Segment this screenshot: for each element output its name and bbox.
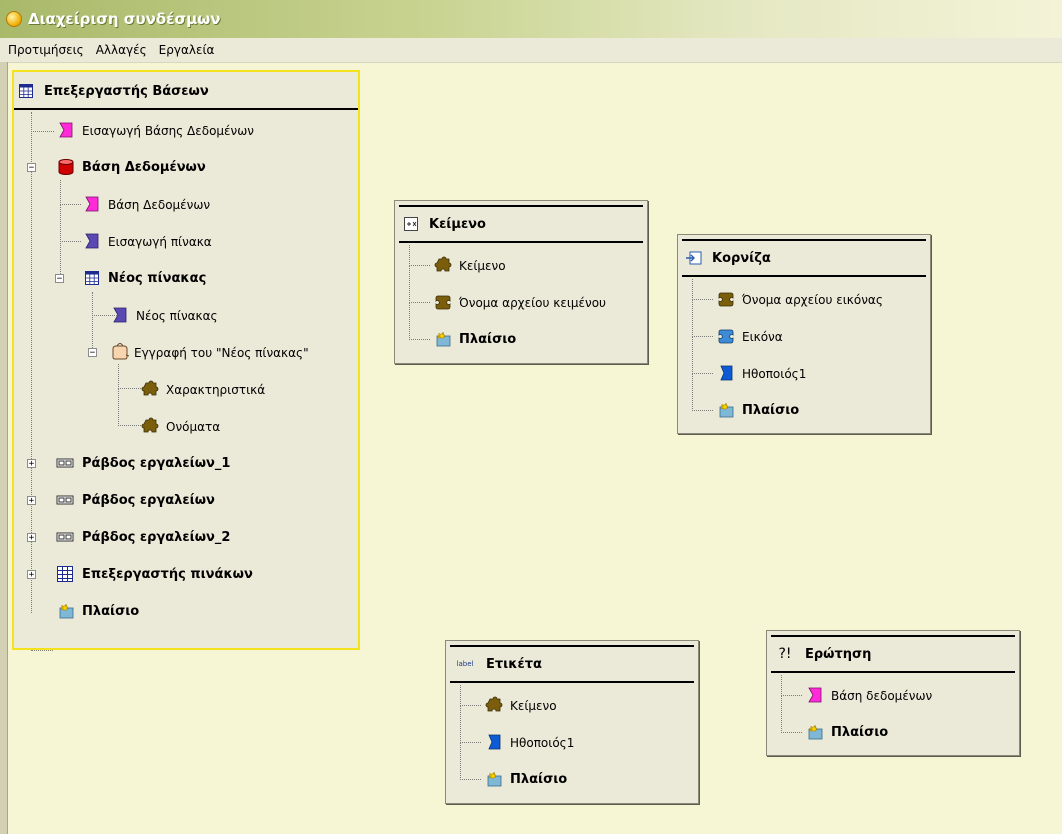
panel-title: Ερώτηση	[805, 646, 872, 662]
panel-header[interactable]: Επεξεργαστής Βάσεων	[14, 74, 358, 110]
tree-item[interactable]: Ηθοποιός1	[678, 355, 928, 392]
record-bag-icon	[110, 341, 130, 360]
tree-item[interactable]: − Βάση Δεδομένων	[14, 149, 356, 186]
question-icon: ?!	[778, 646, 792, 662]
puzzle-icon	[484, 696, 504, 714]
toolbar-icon	[56, 530, 76, 548]
table-grid-icon	[84, 270, 104, 288]
actor-icon	[484, 733, 504, 751]
toolbar-icon	[56, 493, 76, 511]
purple-table-icon	[110, 306, 130, 324]
toolbar-icon	[56, 456, 76, 474]
tree-item[interactable]: Πλαίσιο	[767, 714, 1017, 751]
tree-item[interactable]: Ονόματα	[14, 408, 356, 445]
menu-tools[interactable]: Εργαλεία	[153, 43, 221, 57]
label-icon: label	[456, 660, 474, 668]
tree-item[interactable]: Εισαγωγή πίνακα	[14, 223, 356, 260]
tree-item[interactable]: Νέος πίνακας	[14, 297, 356, 334]
tree-item[interactable]: Κείμενο	[446, 687, 696, 724]
panel-title: Κορνίζα	[712, 250, 771, 266]
tree-item[interactable]: Όνομα αρχείου κειμένου	[395, 284, 645, 321]
menu-preferences[interactable]: Προτιμήσεις	[0, 43, 90, 57]
frame-panel[interactable]: Κορνίζα Όνομα αρχείου εικόνας Εικόνα Ηθο…	[677, 234, 931, 434]
label-panel[interactable]: label Ετικέτα Κείμενο Ηθοποιός1 Πλαίσιο	[445, 640, 699, 804]
text-panel[interactable]: Κείμενο Κείμενο Όνομα αρχείου κειμένου Π…	[394, 200, 648, 364]
collapse-icon[interactable]: −	[55, 274, 64, 284]
expand-icon[interactable]: +	[27, 533, 36, 543]
frame-icon	[484, 770, 504, 788]
puzzle-icon	[140, 417, 160, 435]
grid-icon	[18, 83, 34, 99]
frame-icon	[716, 401, 736, 419]
window-titlebar[interactable]: Διαχείριση συνδέσμων	[0, 0, 1062, 38]
frame-icon	[433, 330, 453, 348]
tree-item[interactable]: + Ράβδος εργαλείων	[14, 482, 356, 519]
magenta-db-icon	[82, 195, 102, 213]
panel-header[interactable]: Κείμενο	[399, 205, 643, 243]
expand-icon[interactable]: +	[27, 459, 36, 469]
tree-item[interactable]: + Ράβδος εργαλείων_2	[14, 519, 356, 556]
frame-icon	[56, 602, 76, 620]
expand-icon[interactable]: +	[27, 570, 36, 580]
tree-item[interactable]: − Εγγραφή του "Νέος πίνακας"	[14, 334, 356, 371]
panel-title: Επεξεργαστής Βάσεων	[44, 83, 209, 99]
panel-header[interactable]: ?! Ερώτηση	[771, 635, 1015, 673]
database-cylinder-icon	[56, 158, 76, 176]
tree-item[interactable]: Όνομα αρχείου εικόνας	[678, 281, 928, 318]
purple-table-icon	[82, 232, 102, 250]
puzzle-icon	[140, 380, 160, 398]
tree-item[interactable]: Ηθοποιός1	[446, 724, 696, 761]
left-edge-divider	[0, 62, 8, 834]
tree-item[interactable]: Κείμενο	[395, 247, 645, 284]
tree-item[interactable]: Βάση Δεδομένων	[14, 186, 356, 223]
puzzle-icon	[433, 256, 453, 274]
tree-item[interactable]: Χαρακτηριστικά	[14, 371, 356, 408]
panel-title: Κείμενο	[429, 216, 486, 232]
tree-item[interactable]: + Ράβδος εργαλείων_1	[14, 445, 356, 482]
tree-item[interactable]: + Επεξεργαστής πινάκων	[14, 556, 356, 593]
puzzle-side-icon	[716, 290, 736, 308]
question-panel[interactable]: ?! Ερώτηση Βάση δεδομένων Πλαίσιο	[766, 630, 1020, 756]
frame-icon	[805, 723, 825, 741]
puzzle-side-icon	[433, 293, 453, 311]
tree-item[interactable]: Πλαίσιο	[446, 761, 696, 798]
magenta-db-icon	[56, 121, 76, 139]
database-editor-panel[interactable]: Επεξεργαστής Βάσεων Εισαγωγή Βάσης Δεδομ…	[12, 70, 360, 651]
actor-icon	[716, 364, 736, 382]
panel-title: Ετικέτα	[486, 656, 542, 672]
tree-item[interactable]: − Νέος πίνακας	[14, 260, 356, 297]
table-editor-icon	[56, 565, 76, 583]
window-title: Διαχείριση συνδέσμων	[28, 10, 221, 28]
panel-header[interactable]: label Ετικέτα	[450, 645, 694, 683]
panel-header[interactable]: Κορνίζα	[682, 239, 926, 277]
tree-item[interactable]: Πλαίσιο	[395, 321, 645, 358]
menu-changes[interactable]: Αλλαγές	[90, 43, 153, 57]
expand-icon[interactable]: +	[27, 496, 36, 506]
menu-bar: Προτιμήσεις Αλλαγές Εργαλεία	[0, 38, 1062, 63]
image-piece-icon	[716, 327, 736, 345]
tree-item[interactable]: Βάση δεδομένων	[767, 677, 1017, 714]
tree-item[interactable]: Εισαγωγή Βάσης Δεδομένων	[14, 112, 356, 149]
tree-item[interactable]: Πλαίσιο	[678, 392, 928, 429]
frame-enter-icon	[686, 250, 702, 266]
tree-item[interactable]: Εικόνα	[678, 318, 928, 355]
collapse-icon[interactable]: −	[27, 163, 36, 173]
collapse-icon[interactable]: −	[88, 348, 97, 358]
app-icon	[6, 11, 22, 27]
tree-item[interactable]: Πλαίσιο	[14, 593, 356, 630]
text-field-icon	[403, 216, 419, 232]
magenta-db-icon	[805, 686, 825, 704]
